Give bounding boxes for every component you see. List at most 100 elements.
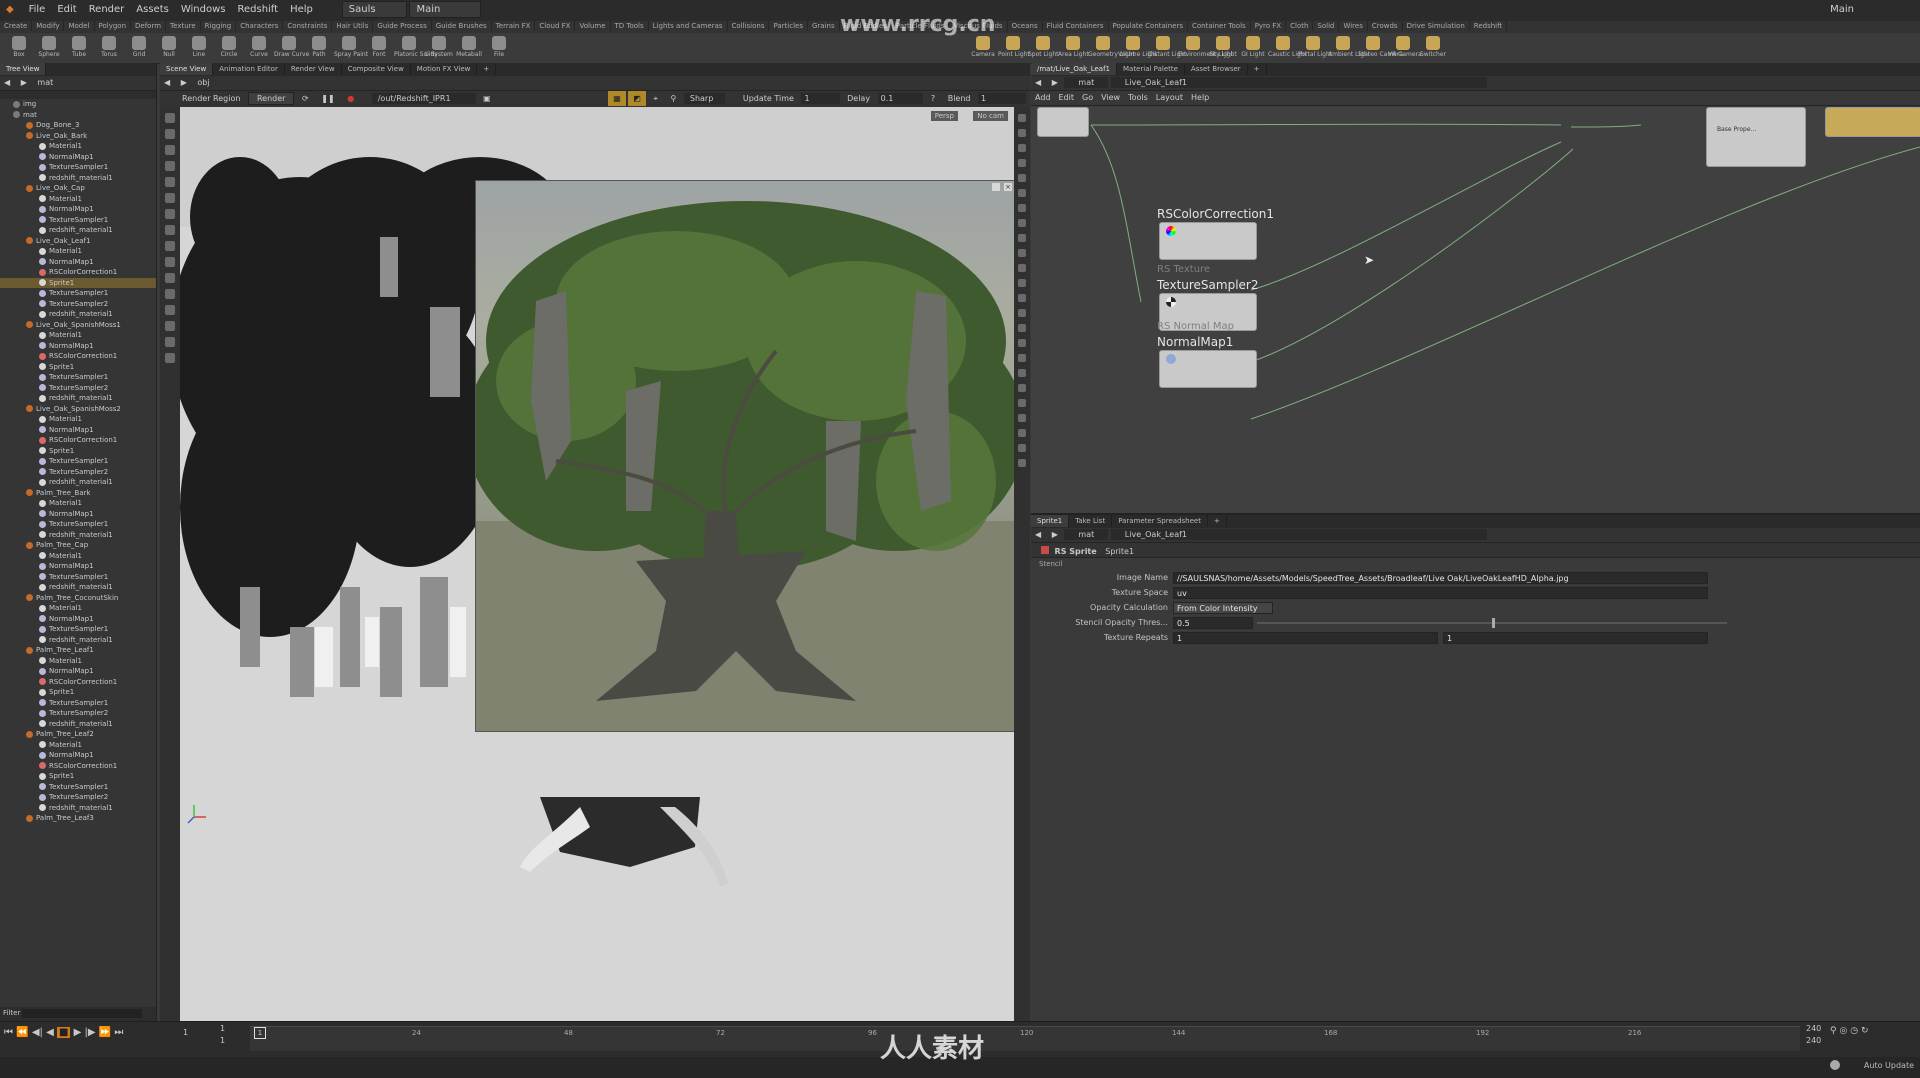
add-tab-icon[interactable]: + bbox=[1208, 515, 1227, 527]
shelf-tab[interactable]: Guide Process bbox=[373, 21, 432, 31]
viewport-tool-icon[interactable] bbox=[165, 241, 175, 251]
pane-tab[interactable]: Material Palette bbox=[1117, 63, 1185, 75]
add-tab-icon[interactable]: + bbox=[477, 63, 497, 75]
tree-row[interactable]: Material1 bbox=[0, 141, 156, 152]
display-option-icon[interactable] bbox=[1018, 339, 1026, 347]
display-option-icon[interactable] bbox=[1018, 249, 1026, 257]
tree-row[interactable]: NormalMap1 bbox=[0, 509, 156, 520]
pane-tab[interactable]: Sprite1 bbox=[1031, 515, 1070, 527]
back-arrow-icon[interactable]: ◀ bbox=[1031, 76, 1045, 89]
material-node[interactable]: Base Prope... bbox=[1706, 107, 1806, 167]
shelf-tool[interactable]: L-System bbox=[424, 33, 454, 63]
tree-row[interactable]: Material1 bbox=[0, 498, 156, 509]
current-frame-field[interactable]: 1 bbox=[183, 1028, 188, 1037]
shelf-tab[interactable]: Guide Brushes bbox=[432, 21, 492, 31]
tree-row[interactable]: TextureSampler1 bbox=[0, 215, 156, 226]
tree-row[interactable]: TextureSampler2 bbox=[0, 383, 156, 394]
end-frame-field[interactable]: 240 bbox=[1806, 1024, 1821, 1033]
rop-path-field[interactable]: /out/Redshift_IPR1 bbox=[371, 93, 476, 104]
tree-row[interactable]: NormalMap1 bbox=[0, 561, 156, 572]
filter-input[interactable] bbox=[22, 1009, 142, 1018]
pane-tab[interactable]: Parameter Spreadsheet bbox=[1112, 515, 1208, 527]
shelf-tool[interactable]: Portal Light bbox=[1298, 33, 1332, 63]
tree-row[interactable]: redshift_material1 bbox=[0, 309, 156, 320]
shelf-tab[interactable]: Particles bbox=[769, 21, 808, 31]
tree-row[interactable]: TextureSampler1 bbox=[0, 698, 156, 709]
viewport-tool-icon[interactable] bbox=[165, 289, 175, 299]
tree-row[interactable]: Palm_Tree_Bark bbox=[0, 488, 156, 499]
shelf-tool[interactable]: Null bbox=[154, 33, 184, 63]
back-arrow-icon[interactable]: ◀ bbox=[1031, 528, 1045, 541]
shelf-tab[interactable]: Modify bbox=[32, 21, 65, 31]
shelf-tab[interactable]: Grains bbox=[808, 21, 840, 31]
shelf-tab[interactable]: Redshift bbox=[1470, 21, 1508, 31]
node-name-field[interactable]: Sprite1 bbox=[1105, 547, 1134, 556]
shelf-tab[interactable]: Drive Simulation bbox=[1403, 21, 1470, 31]
viewport-path[interactable]: obj bbox=[193, 76, 213, 89]
end-frame-field-2[interactable]: 240 bbox=[1806, 1036, 1821, 1045]
pane-tab[interactable]: Asset Browser bbox=[1185, 63, 1248, 75]
display-option-icon[interactable] bbox=[1018, 369, 1026, 377]
stencil-section[interactable]: Stencil bbox=[1031, 558, 1920, 571]
shelf-tab[interactable]: Hair Utils bbox=[332, 21, 374, 31]
tree-row[interactable]: redshift_material1 bbox=[0, 803, 156, 814]
step-forward-icon[interactable]: ⏩ bbox=[99, 1027, 111, 1038]
menu-item-windows[interactable]: Windows bbox=[175, 0, 232, 15]
shelf-tab[interactable]: Terrain FX bbox=[492, 21, 536, 31]
jump-end-icon[interactable]: ⏭ bbox=[114, 1027, 123, 1038]
tree-row[interactable]: Material1 bbox=[0, 656, 156, 667]
tree-row[interactable]: TextureSampler2 bbox=[0, 708, 156, 719]
menu-item-render[interactable]: Render bbox=[83, 0, 131, 15]
tree-row[interactable]: Sprite1 bbox=[0, 687, 156, 698]
shelf-tab[interactable]: Solid bbox=[1313, 21, 1340, 31]
menu-item-help[interactable]: Help bbox=[284, 0, 319, 15]
tree-row[interactable]: redshift_material1 bbox=[0, 582, 156, 593]
display-option-icon[interactable] bbox=[1018, 309, 1026, 317]
shelf-tab[interactable]: Volume bbox=[575, 21, 611, 31]
shelf-tab[interactable]: Constraints bbox=[283, 21, 333, 31]
close-icon[interactable]: × bbox=[1004, 183, 1012, 191]
shelf-tool[interactable]: Torus bbox=[94, 33, 124, 63]
timeline-ruler[interactable]: 1 24 48 72 96 120 144 168 192 216 bbox=[250, 1026, 1800, 1051]
shelf-tool[interactable]: Area Light bbox=[1058, 33, 1089, 63]
shelf-tab[interactable]: Model bbox=[64, 21, 95, 31]
param-slider[interactable] bbox=[1257, 618, 1727, 628]
shelf-tool[interactable]: Sky Light bbox=[1208, 33, 1238, 63]
menu-item-file[interactable]: File bbox=[23, 0, 52, 15]
forward-arrow-icon[interactable]: ▶ bbox=[1048, 76, 1062, 89]
playhead[interactable]: 1 bbox=[254, 1027, 266, 1039]
display-option-icon[interactable] bbox=[1018, 279, 1026, 287]
loop-icon[interactable]: ↻ bbox=[1861, 1026, 1869, 1036]
tree-row[interactable]: Sprite1 bbox=[0, 277, 156, 288]
param-path-root[interactable]: mat bbox=[1064, 529, 1109, 540]
tree-row[interactable]: redshift_material1 bbox=[0, 173, 156, 184]
pause-icon[interactable]: ❚❚ bbox=[316, 91, 339, 106]
network-menu-item[interactable]: Layout bbox=[1152, 91, 1187, 104]
tree-row[interactable]: TextureSampler1 bbox=[0, 162, 156, 173]
shelf-tab[interactable]: Wires bbox=[1339, 21, 1368, 31]
display-option-icon[interactable] bbox=[1018, 234, 1026, 242]
houdini-logo-icon[interactable]: ◆ bbox=[0, 0, 20, 15]
play-reverse-icon[interactable]: ◀ bbox=[46, 1027, 54, 1038]
display-option-icon[interactable] bbox=[1018, 219, 1026, 227]
realtime-icon[interactable]: ◷ bbox=[1850, 1026, 1858, 1036]
viewport-tool-icon[interactable] bbox=[165, 145, 175, 155]
play-icon[interactable]: ▶ bbox=[74, 1027, 82, 1038]
param-dropdown[interactable]: From Color Intensity bbox=[1173, 602, 1273, 614]
tree-row[interactable]: redshift_material1 bbox=[0, 635, 156, 646]
persp-menu[interactable]: Persp bbox=[930, 111, 958, 121]
menu-item-redshift[interactable]: Redshift bbox=[231, 0, 284, 15]
tree-row[interactable]: NormalMap1 bbox=[0, 204, 156, 215]
tree-row[interactable]: NormalMap1 bbox=[0, 425, 156, 436]
refresh-icon[interactable]: ⟳ bbox=[297, 91, 314, 106]
tree-row[interactable]: RSColorCorrection1 bbox=[0, 761, 156, 772]
tree-row[interactable]: Live_Oak_Leaf1 bbox=[0, 236, 156, 247]
forward-arrow-icon[interactable]: ▶ bbox=[17, 76, 31, 89]
shelf-tool[interactable]: Spray Paint bbox=[334, 33, 368, 63]
zoom-icon[interactable]: ⚲ bbox=[665, 91, 681, 106]
tree-row[interactable]: NormalMap1 bbox=[0, 341, 156, 352]
desktop-selector[interactable]: Sauls bbox=[341, 1, 407, 18]
input-node[interactable] bbox=[1037, 107, 1089, 137]
tree-row[interactable]: TextureSampler2 bbox=[0, 792, 156, 803]
tree-row[interactable]: Live_Oak_SpanishMoss2 bbox=[0, 404, 156, 415]
